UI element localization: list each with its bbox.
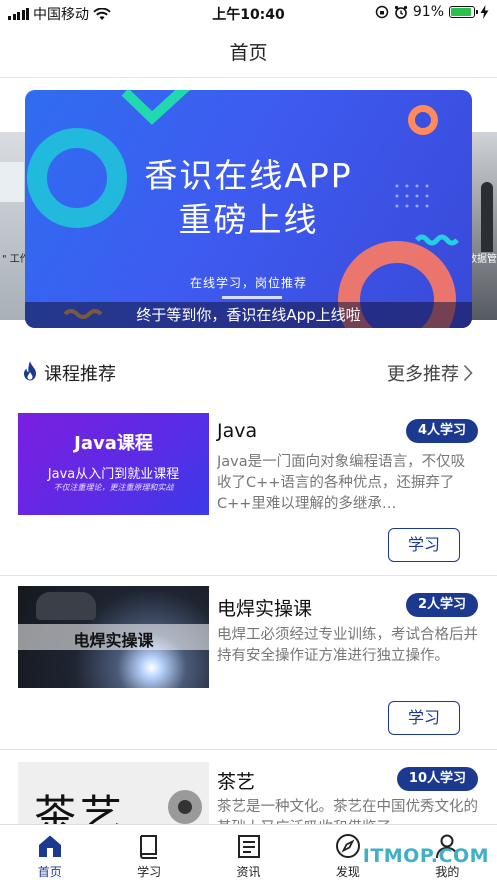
book-icon: [140, 835, 158, 859]
course-item-tea[interactable]: 茶艺 茶艺 10人学习 茶艺是一种文化。茶艺在中国优秀文化的基础上又广泛吸收和借…: [0, 750, 497, 824]
course-title: 茶艺: [217, 771, 256, 793]
tab-label: 资讯: [236, 865, 261, 879]
study-button[interactable]: 学习: [388, 701, 460, 735]
thumb-title: 茶艺: [34, 791, 127, 824]
course-description: Java是一门面向对象编程语言，不仅吸收了C++语言的各种优点，还摒弃了C++里…: [217, 454, 466, 512]
course-description: 电焊工必须经过专业训练，考试合格后并持有安全操作证方准进行独立操作。: [217, 627, 478, 664]
compass-icon: [335, 834, 360, 858]
study-button[interactable]: 学习: [388, 528, 460, 562]
alarm-icon: [394, 5, 407, 19]
status-right: 91%: [375, 4, 489, 20]
course-thumbnail: 电焊实操课: [18, 586, 209, 688]
thumb-note: 不仅注重理论，更注重原理和实战: [53, 483, 174, 492]
course-title: 电焊实操课: [217, 598, 313, 620]
battery-percent: 91%: [412, 4, 444, 20]
thumb-title: Java课程: [74, 433, 153, 454]
fire-icon: [24, 361, 36, 381]
nav-bar: 首页: [0, 26, 497, 78]
tab-label: 首页: [37, 865, 62, 879]
course-description: 茶艺是一种文化。茶艺在中国优秀文化的基础上又广泛吸收和借鉴了: [217, 799, 478, 824]
site-watermark: ITMOP.COM: [362, 845, 489, 867]
thumb-subtitle: Java从入门到就业课程: [47, 467, 180, 482]
course-title: Java: [217, 420, 258, 442]
prev-slide-text: " 工作: [2, 254, 26, 265]
rotation-lock-icon: [375, 5, 389, 19]
prev-slide-photo[interactable]: " 工作: [0, 132, 26, 320]
more-courses-label: 更多推荐: [387, 364, 459, 385]
course-item-welding[interactable]: 电焊实操课 电焊实操课 2人学习 电焊工必须经过专业训练，考试合格后并持有安全操…: [0, 576, 497, 750]
learner-count-badge: 10人学习: [396, 767, 478, 791]
course-item-java[interactable]: Java课程 Java从入门到就业课程 不仅注重理论，更注重原理和实战 Java…: [0, 396, 497, 576]
banner-title-line2: 重磅上线: [178, 200, 319, 239]
course-thumbnail: 茶艺: [18, 762, 209, 824]
tab-news[interactable]: 资讯: [199, 825, 298, 883]
chevron-right-icon: [463, 364, 473, 382]
status-bar: 中国移动 上午10:40 91%: [0, 0, 497, 26]
page-title: 首页: [229, 42, 268, 64]
banner-title-line1: 香识在线APP: [144, 156, 353, 195]
banner-caption: 终于等到你，香识在线App上线啦: [25, 302, 472, 328]
learner-count-badge: 2人学习: [405, 593, 478, 617]
course-thumbnail: Java课程 Java从入门到就业课程 不仅注重理论，更注重原理和实战: [18, 413, 209, 515]
banner-slide[interactable]: 香识在线APP 重磅上线 在线学习，岗位推荐 终于等到你，香识在线App上线啦: [25, 90, 472, 328]
banner-title: 香识在线APP 重磅上线: [25, 154, 472, 242]
next-slide-text: 数据管: [471, 254, 497, 265]
banner-carousel[interactable]: " 工作 数据管 香识在线APP 重磅上线 在线学习，岗位推荐 终于等到你，香识…: [0, 80, 497, 336]
home-icon: [38, 835, 61, 857]
course-section-header: 课程推荐 更多推荐: [0, 350, 497, 394]
tab-study[interactable]: 学习: [99, 825, 198, 883]
next-slide-photo[interactable]: 数据管: [471, 132, 497, 320]
tab-label: 学习: [137, 865, 162, 879]
more-courses-link[interactable]: 更多推荐: [387, 360, 473, 386]
battery-icon: [449, 6, 478, 18]
tab-home[interactable]: 首页: [0, 825, 99, 883]
charging-icon: [480, 5, 489, 19]
banner-subtitle: 在线学习，岗位推荐: [189, 276, 307, 290]
thumb-title: 电焊实操课: [73, 631, 154, 650]
news-icon: [237, 835, 260, 858]
learner-count-badge: 4人学习: [405, 419, 478, 443]
section-title: 课程推荐: [44, 364, 116, 385]
